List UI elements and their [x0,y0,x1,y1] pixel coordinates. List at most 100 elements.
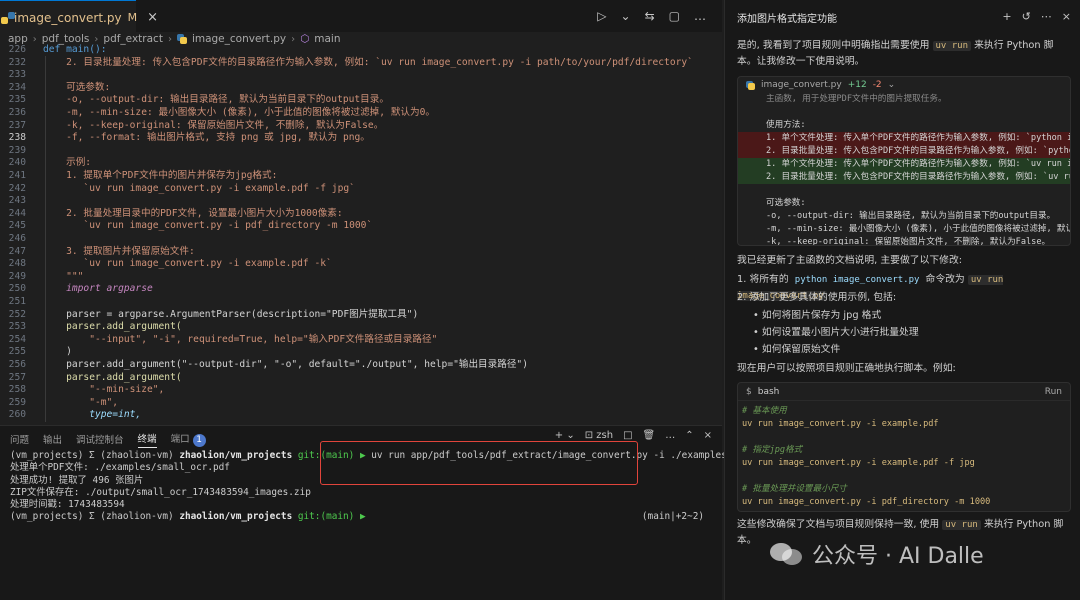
terminal-shell-label[interactable]: ⊡ zsh [585,430,613,441]
indent-guide [45,56,46,422]
tab-ports[interactable]: 端口 1 [171,431,206,447]
diff-context-line [738,106,1070,119]
line-text: import argparse [43,283,153,295]
diff-context-line: 主函数, 用于处理PDF文件中的图片提取任务。 [766,94,947,104]
inline-code: uv run [932,41,972,51]
line-text: 2. 目录批量处理: 传入包含PDF文件的目录路径作为输入参数, 例如: `uv… [43,56,693,68]
line-number: 246 [8,233,26,244]
line-text: def main(): [43,44,107,55]
line-number: 258 [8,384,26,396]
line-number: 247 [8,245,26,257]
tab-image-convert[interactable]: image_convert.py M × [0,0,158,34]
new-terminal-icon[interactable]: + ⌄ [555,430,575,441]
code-line: 243 [0,195,722,208]
code-line: 257 parser.add_argument( [0,372,722,385]
code-line: 233 [0,69,722,82]
diff-card[interactable]: image_convert.py +12 -2 ⌄ 主函数, 用于处理PDF文件… [737,76,1071,246]
run-button[interactable]: Run [1045,387,1062,397]
tab-debug-console[interactable]: 调试控制台 [76,432,124,446]
code-line: 235 -o, --output-dir: 输出目录路径, 默认为当前目录下的o… [0,94,722,107]
terminal-line: (vm_projects) Σ (zhaolion-vm) zhaolion/v… [10,511,714,523]
code-line: 236 -m, --min-size: 最小图像大小 (像素), 小于此值的图像… [0,107,722,120]
code-line: 253 parser.add_argument( [0,321,722,334]
code-line: 244 2. 批量处理目录中的PDF文件, 设置最小图片大小为1000像素: [0,208,722,221]
panel-actions: + ⌄ ⊡ zsh □ 🗑 … ⌃ × [555,430,712,441]
maximize-icon[interactable]: ⌃ [685,430,693,441]
footer-text: 这些修改确保了文档与项目规则保持一致, 使用 [737,519,940,530]
code-editor[interactable]: 226 def main(): 232 2. 目录批量处理: 传入包含PDF文件的目… [0,44,722,424]
terminal-output-text: 处理单个PDF文件: ./examples/small_ocr.pdf [10,462,230,474]
tab-output[interactable]: 输出 [43,432,62,446]
code-line: 237 -k, --keep-original: 保留原始图片文件, 不删除, … [0,120,722,133]
close-icon[interactable]: × [704,430,712,441]
close-icon[interactable]: × [1062,10,1071,23]
new-chat-icon[interactable]: + [1002,10,1011,23]
code-line: 249 """ [0,271,722,284]
chat-intro: 是的, 我看到了项目规则中明确指出需要使用 uv run 来执行 Python … [737,38,1073,69]
inline-code: uv run [942,520,981,530]
more-icon[interactable]: ⋯ [1041,10,1052,23]
code-line: 232 2. 目录批量处理: 传入包含PDF文件的目录路径作为输入参数, 例如:… [0,57,722,70]
compare-icon[interactable]: ⇆ [645,9,655,23]
line-text: 1. 提取单个PDF文件中的图片并保存为jpg格式: [43,170,278,181]
chevron-right-icon: › [291,33,296,45]
chat-pane: 添加图片格式指定功能 + ↺ ⋯ × 是的, 我看到了项目规则中明确指出需要使用… [724,0,1080,600]
history-icon[interactable]: ↺ [1022,10,1031,23]
bash-command [738,470,1070,483]
panel-tabs: 问题 输出 调试控制台 终端 端口 1 [10,430,206,448]
line-number: 259 [8,396,26,408]
line-number: 242 [8,182,26,194]
split-editor-icon[interactable]: ▢ [669,9,680,23]
editor-actions: ▷ ⌄ ⇆ ▢ … [597,9,706,23]
tab-terminal[interactable]: 终端 [137,431,157,448]
line-number: 255 [8,346,26,358]
change-item-2: 2. 添加了更多具体的使用示例, 包括: [737,292,897,303]
diff-context-line: 可选参数: [766,198,806,208]
chevron-down-icon[interactable]: ⌄ [888,80,896,90]
code-line: 238 -f, --format: 输出图片格式, 支持 png 或 jpg, … [0,132,722,145]
line-text: -m, --min-size: 最小图像大小 (像素), 小于此值的图像将被过滤… [43,107,435,118]
line-number: 260 [8,409,26,421]
terminal-output-text: 处理成功! 提取了 496 张图片 [10,474,144,486]
diff-added-line: 1. 单个文件处理: 传入单个PDF文件的路径作为输入参数, 例如: `uv r… [738,158,1070,171]
line-text: """ [43,270,84,282]
trash-icon[interactable]: 🗑 [643,430,656,441]
code-line: 240 示例: [0,157,722,170]
line-text: -k, --keep-original: 保留原始图片文件, 不删除, 默认为F… [43,119,384,131]
run-icon[interactable]: ▷ [597,9,606,23]
bash-code-card[interactable]: $ bash Run # 基本使用 uv run image_convert.py… [737,382,1071,512]
bullet-item: • 如何将图片保存为 jpg 格式 [753,310,882,321]
chevron-down-icon[interactable]: ⌄ [621,9,631,23]
line-text: "-m", [43,396,119,408]
tab-problems[interactable]: 问题 [10,432,29,446]
code-line: 226 def main(): [0,44,722,57]
more-icon[interactable]: … [694,9,706,23]
split-terminal-icon[interactable]: □ [623,430,632,441]
git-status: (main|+2~2) [641,511,704,523]
item-text: 1. 将所有的 [737,274,789,285]
line-number: 250 [8,283,26,295]
terminal-output-text: ZIP文件保存在: ./output/small_ocr_1743483594_… [10,486,311,498]
line-number: 232 [8,56,26,68]
line-number: 239 [8,144,26,156]
code-line: 246 [0,233,722,246]
code-line: 256 parser.add_argument("--output-dir", … [0,359,722,372]
modified-indicator: M [127,11,138,24]
line-number: 226 [8,44,26,55]
terminal-prompt-icon: $ [746,386,752,397]
bash-command: uv run image_convert.py -i example.pdf -… [742,458,975,468]
command-highlight-box [320,441,638,485]
inline-code: python image_convert.py [794,275,920,285]
line-number: 245 [8,220,26,232]
code-line: 245 `uv run image_convert.py -i pdf_dire… [0,220,722,233]
close-icon[interactable]: × [147,10,158,25]
line-number: 256 [8,359,26,370]
bullet-item: • 如何设置最小图片大小进行批量处理 [753,327,919,338]
diff-header: image_convert.py +12 -2 ⌄ [738,77,1070,93]
bash-header: $ bash Run [738,383,1070,401]
code-line: 234 可选参数: [0,82,722,95]
terminal-line: 处理时间戳: 1743483594 [10,499,714,511]
more-icon[interactable]: … [665,430,675,441]
diff-added-line: 2. 目录批量处理: 传入包含PDF文件的目录路径作为输入参数, 例如: `uv… [738,171,1070,184]
line-number: 237 [8,119,26,131]
